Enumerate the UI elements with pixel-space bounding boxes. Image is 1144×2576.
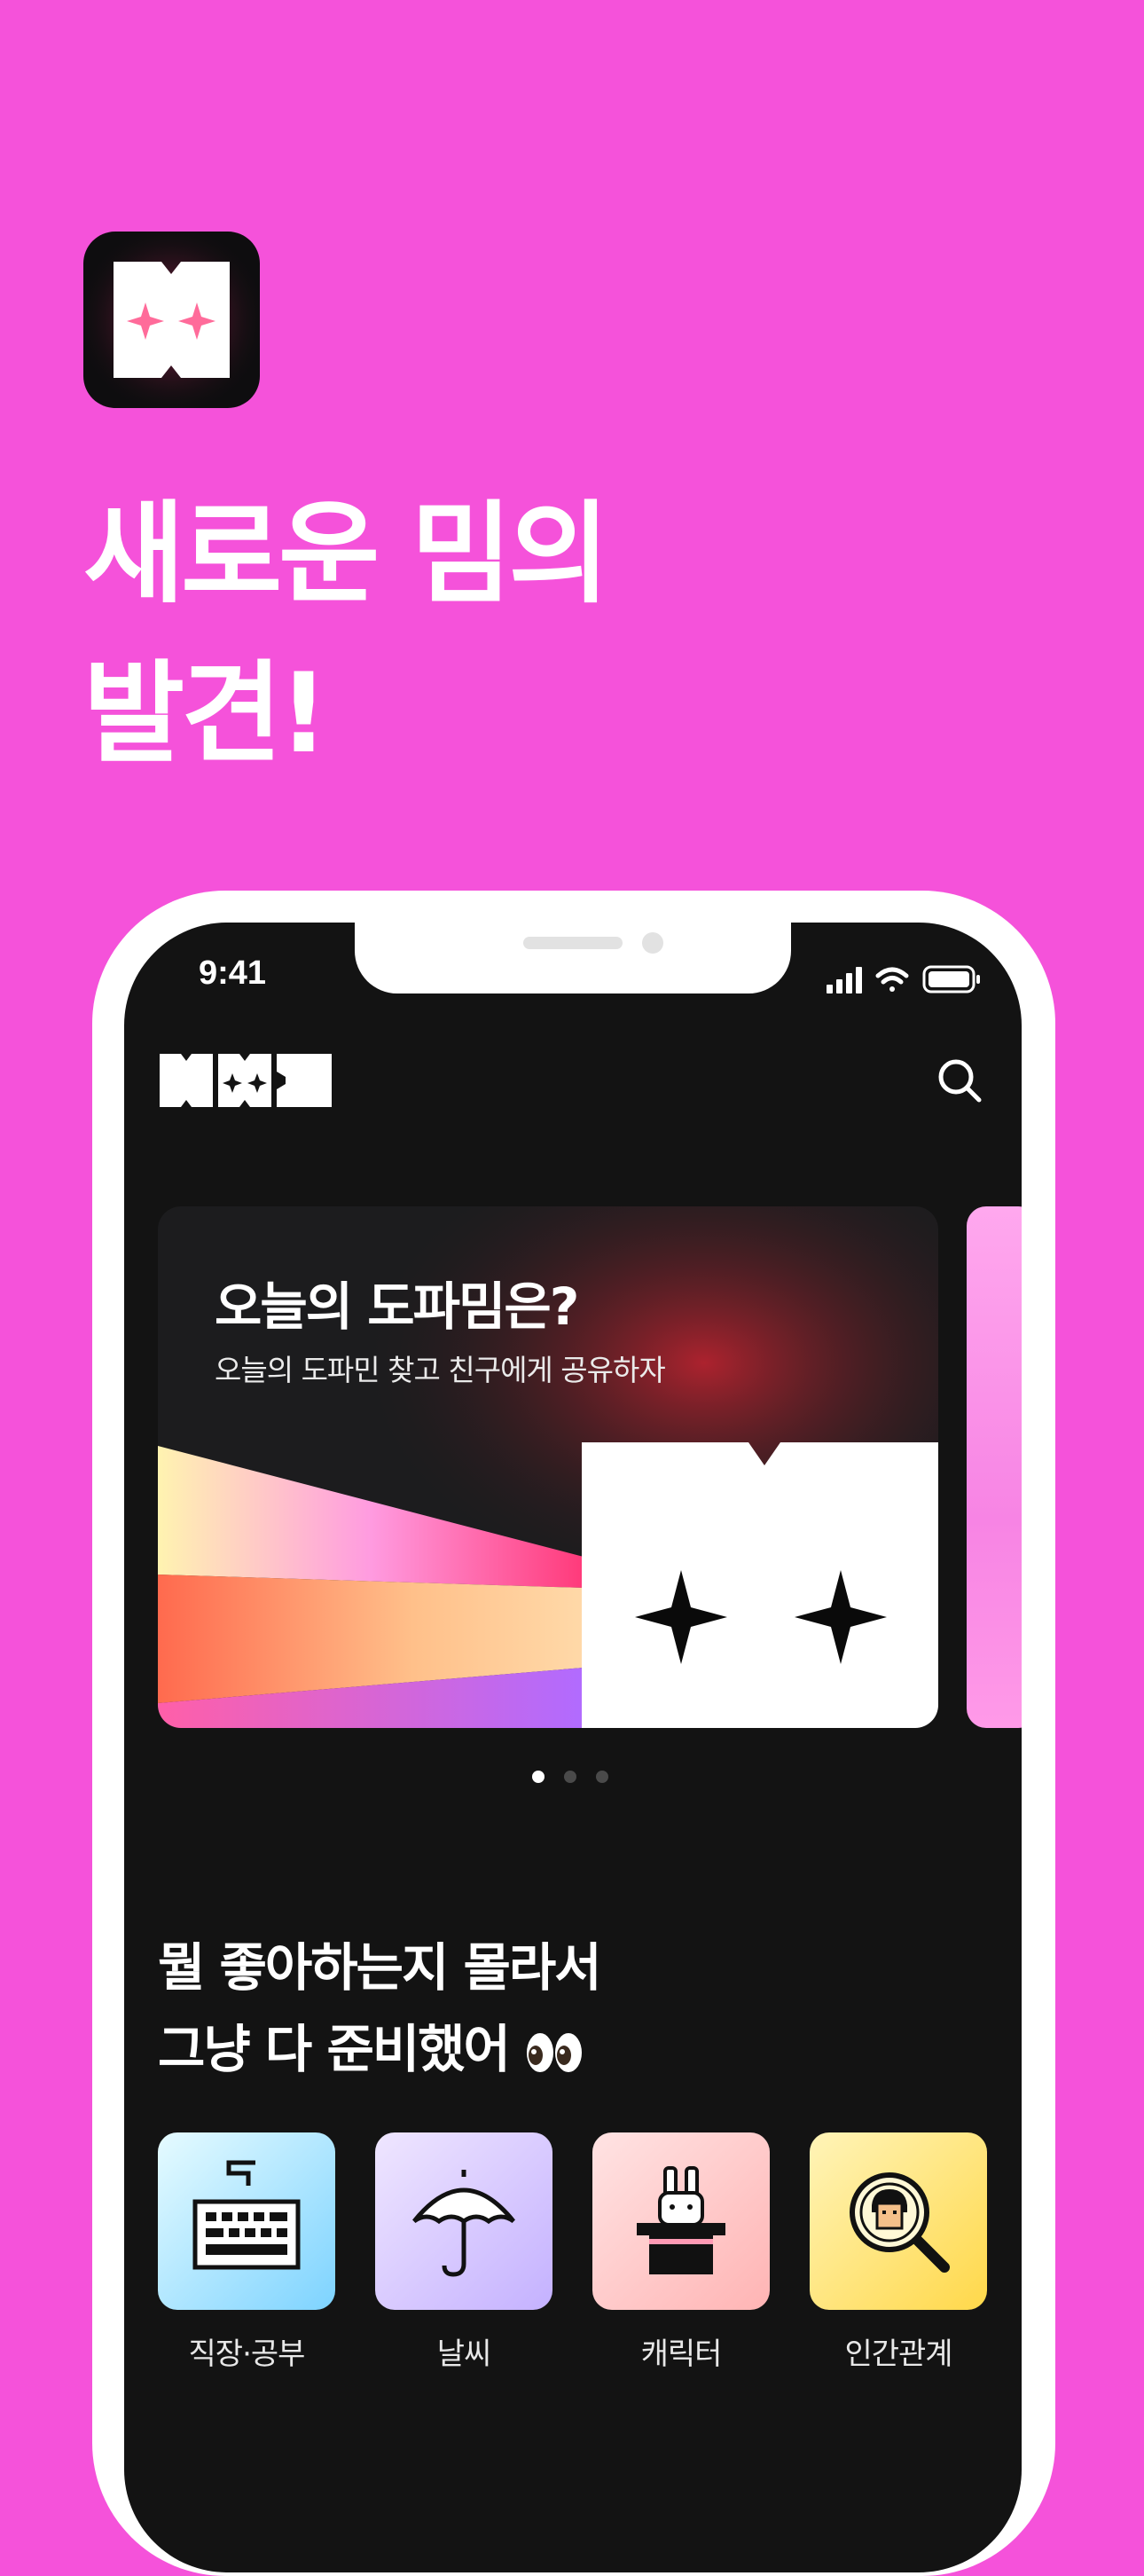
category-item-work-study[interactable]: 직장·공부: [158, 2132, 335, 2373]
category-item-relationships[interactable]: 인간관계: [810, 2132, 987, 2373]
battery-icon: [922, 965, 980, 993]
category-item-weather[interactable]: 날씨: [375, 2132, 552, 2373]
notch: [355, 923, 791, 993]
brand-logo[interactable]: [160, 1054, 332, 1107]
section-title: 뭘 좋아하는지 몰라서 그냥 다 준비했어: [158, 1927, 602, 2090]
carousel-dots: [532, 1771, 621, 1788]
section-title-line-1: 뭘 좋아하는지 몰라서: [158, 1937, 602, 1998]
carousel-dot-1[interactable]: [532, 1771, 545, 1783]
status-time: 9:41: [199, 954, 267, 992]
phone-screen: 9:41 오늘의 도파밈은? 오늘의 도파민 찾고 친구에게 공유하자 뭘 좋아…: [124, 923, 1022, 2572]
section-title-line-2: 그냥 다 준비했어: [158, 2008, 600, 2090]
banner-subtitle: 오늘의 도파민 찾고 친구에게 공유하자: [215, 1353, 666, 1387]
magnifier-person-icon: [850, 2172, 950, 2273]
category-label: 날씨: [436, 2336, 492, 2372]
search-icon[interactable]: [933, 1054, 986, 1107]
app-icon: [83, 232, 260, 408]
next-banner-card[interactable]: [967, 1206, 1022, 1728]
category-tile[interactable]: [810, 2132, 987, 2310]
signal-icon: [827, 967, 862, 993]
keyboard-icon: [192, 2160, 301, 2270]
carousel-dot-2[interactable]: [564, 1771, 576, 1783]
category-list: 직장·공부 날씨 캐릭터 인간관계: [158, 2132, 1009, 2399]
rabbit-in-hat-icon: [637, 2166, 725, 2274]
carousel-dot-3[interactable]: [596, 1771, 608, 1783]
eyes-emoji-icon: [527, 2032, 583, 2072]
category-tile[interactable]: [592, 2132, 770, 2310]
section-title-line-2-text: 그냥 다 준비했어: [158, 2019, 511, 2079]
status-icons: [827, 965, 980, 993]
category-label: 인간관계: [844, 2336, 952, 2372]
banner-card[interactable]: 오늘의 도파밈은? 오늘의 도파민 찾고 친구에게 공유하자: [158, 1206, 938, 1728]
camera: [642, 932, 663, 954]
category-label: 캐릭터: [640, 2336, 723, 2372]
category-tile[interactable]: [375, 2132, 552, 2310]
promo-headline: 새로운 밈의 발견!: [83, 475, 610, 794]
category-label: 직장·공부: [188, 2336, 306, 2372]
wifi-icon: [875, 967, 909, 992]
banner-title: 오늘의 도파밈은?: [215, 1276, 579, 1337]
umbrella-icon: [412, 2170, 515, 2277]
headline-line-1: 새로운 밈의: [83, 491, 610, 618]
category-item-character[interactable]: 캐릭터: [592, 2132, 770, 2373]
speaker: [523, 937, 623, 949]
category-tile[interactable]: [158, 2132, 335, 2310]
headline-line-2: 발견!: [83, 650, 329, 778]
